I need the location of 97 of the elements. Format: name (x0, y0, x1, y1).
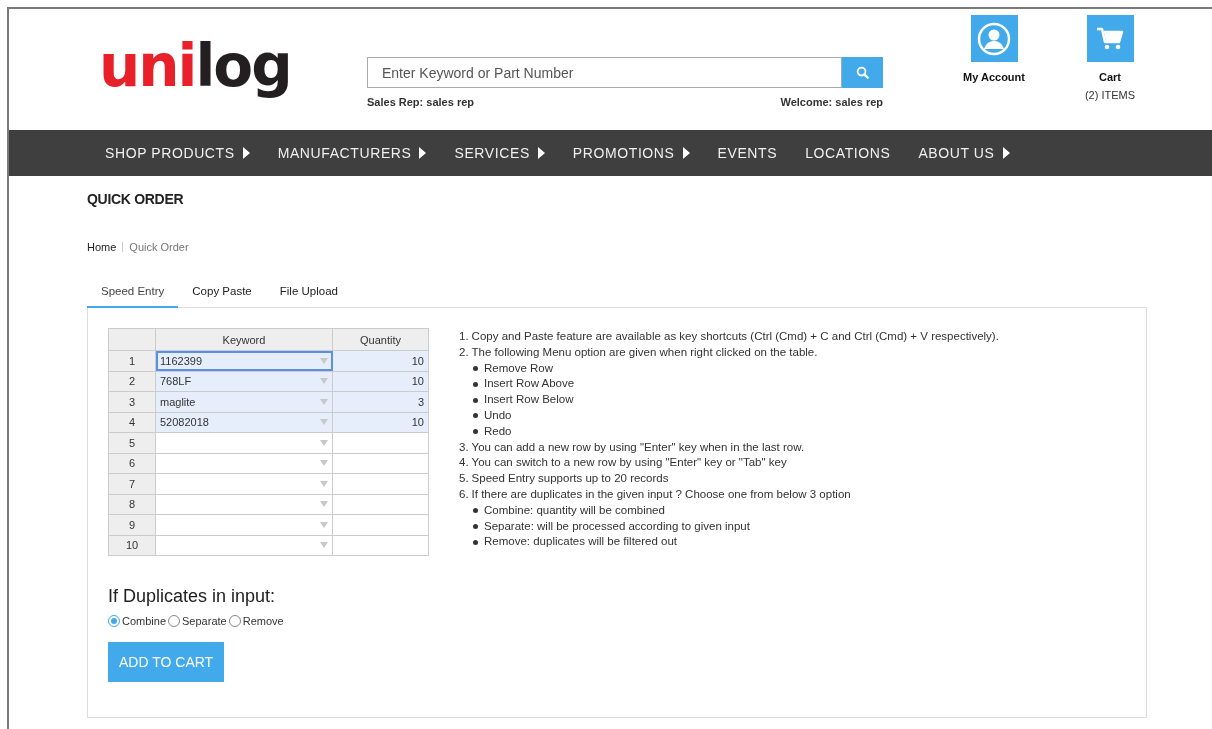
row-number: 4 (108, 412, 156, 433)
dropdown-caret-icon[interactable] (320, 542, 328, 549)
column-header: Keyword (155, 328, 333, 351)
user-icon (977, 21, 1011, 56)
tab[interactable]: File Upload (265, 277, 352, 308)
bullet-icon (473, 508, 478, 514)
dropdown-caret-icon[interactable] (320, 501, 328, 508)
list-number: 4. (459, 455, 469, 471)
row-number: 1 (108, 350, 156, 371)
cart-label[interactable]: Cart (1099, 71, 1121, 83)
row-number: 10 (108, 535, 156, 556)
keyword-cell[interactable] (155, 535, 333, 556)
instruction-text: Separate: will be processed according to given input (484, 518, 750, 534)
keyword-text: 52082018 (160, 416, 209, 429)
cart-count: (2) ITEMS (1084, 89, 1136, 101)
keyword-text: maglite (160, 395, 196, 408)
search-icon (856, 66, 869, 79)
list-number: 5. (459, 471, 469, 487)
search-button[interactable] (841, 57, 883, 88)
radio-label[interactable]: Combine (122, 615, 167, 627)
section-heading: If Duplicates in input: (108, 586, 277, 607)
header-cell (108, 328, 156, 351)
nav-item[interactable]: ABOUT US (918, 130, 1010, 176)
nav-item[interactable]: SHOP PRODUCTS (105, 130, 250, 176)
row-number: 5 (108, 432, 156, 453)
list-number: 3. (459, 439, 469, 455)
instruction-text: Copy and Paste feature are available as key shortcuts (Ctrl (Cmd) + C and Ctrl (Cmd) + V respectively). (471, 329, 999, 344)
instruction-text: Insert Row Above (484, 376, 575, 392)
radio-label[interactable]: Separate (182, 615, 227, 627)
instruction-text: Combine: quantity will be combined (484, 502, 665, 518)
dropdown-caret-icon[interactable] (320, 357, 328, 364)
row-number: 2 (108, 371, 156, 392)
instruction-text: The following Menu option are given when right clicked on the table. (471, 344, 818, 360)
instruction-text: Insert Row Below (484, 392, 574, 408)
keyword-cell[interactable] (155, 453, 333, 474)
instruction-text: Speed Entry supports up to 20 records (471, 471, 669, 487)
instruction-text: Remove: duplicates will be filtered out (484, 534, 678, 550)
dropdown-caret-icon[interactable] (320, 480, 328, 487)
logo: unilog (99, 33, 292, 99)
sales-rep-label: Sales Rep: sales rep (367, 96, 474, 108)
dropdown-caret-icon[interactable] (320, 521, 328, 528)
instruction-text: Redo (484, 423, 512, 439)
dropdown-caret-icon[interactable] (320, 439, 328, 446)
dropdown-caret-icon[interactable] (320, 460, 328, 467)
nav-item[interactable]: SERVICES (454, 130, 545, 176)
account-button[interactable] (970, 15, 1018, 62)
quantity-cell[interactable] (332, 535, 429, 556)
cart-button[interactable] (1086, 15, 1134, 62)
nav-item[interactable]: EVENTS (717, 130, 778, 176)
instruction-text: If there are duplicates in the given input ? Choose one from below 3 option (471, 486, 851, 502)
column-header: Quantity (332, 328, 429, 351)
quantity-cell[interactable] (332, 473, 429, 494)
tab[interactable]: Speed Entry (87, 277, 179, 308)
instruction-text: You can add a new row by using "Enter" key when in the last row. (471, 439, 805, 455)
keyword-cell[interactable] (155, 514, 333, 535)
quantity-cell[interactable] (332, 432, 429, 453)
keyword-cell[interactable] (155, 473, 333, 494)
welcome-label: Welcome: sales rep (780, 96, 883, 108)
search-field[interactable]: Enter Keyword or Part Number (367, 57, 841, 88)
bullet-icon (473, 381, 478, 387)
row-number: 9 (108, 514, 156, 535)
row-number: 6 (108, 453, 156, 474)
instruction-text: You can switch to a new row by using "Enter" key or "Tab" key (471, 455, 787, 471)
keyword-cell[interactable] (155, 494, 333, 515)
keyword-text: 1162399 (160, 354, 202, 367)
nav-item[interactable]: PROMOTIONS (572, 130, 690, 176)
dropdown-caret-icon[interactable] (320, 398, 328, 405)
bullet-icon (473, 366, 478, 371)
bullet-icon (473, 539, 478, 545)
row-number: 8 (108, 494, 156, 515)
keyword-cell[interactable] (155, 432, 333, 453)
nav-item[interactable]: LOCATIONS (805, 130, 891, 176)
breadcrumb-link[interactable]: Quick Order (129, 241, 189, 253)
breadcrumb-link[interactable]: Home (87, 241, 117, 253)
bullet-icon (473, 413, 478, 419)
dropdown-caret-icon[interactable] (320, 419, 328, 426)
bullet-icon (473, 429, 478, 435)
list-number: 6. (459, 486, 469, 502)
instruction-text: Remove Row (484, 360, 554, 376)
row-number: 3 (108, 391, 156, 412)
cart-icon (1096, 25, 1124, 52)
keyword-text: 768LF (160, 375, 192, 388)
nav-item[interactable]: MANUFACTURERS (277, 130, 427, 176)
radio-label[interactable]: Remove (242, 615, 284, 627)
list-number: 2. (459, 344, 469, 360)
quantity-cell[interactable] (332, 514, 429, 535)
quantity-cell[interactable] (332, 494, 429, 515)
tab[interactable]: Copy Paste (178, 277, 266, 308)
dropdown-caret-icon[interactable] (320, 378, 328, 385)
page-title: QUICK ORDER (87, 191, 185, 207)
bullet-icon (473, 523, 478, 529)
bullet-icon (473, 397, 478, 403)
account-label[interactable]: My Account (963, 71, 1025, 83)
list-number: 1. (459, 329, 469, 344)
row-number: 7 (108, 473, 156, 494)
instruction-text: Undo (484, 408, 512, 423)
quantity-cell[interactable] (332, 453, 429, 474)
